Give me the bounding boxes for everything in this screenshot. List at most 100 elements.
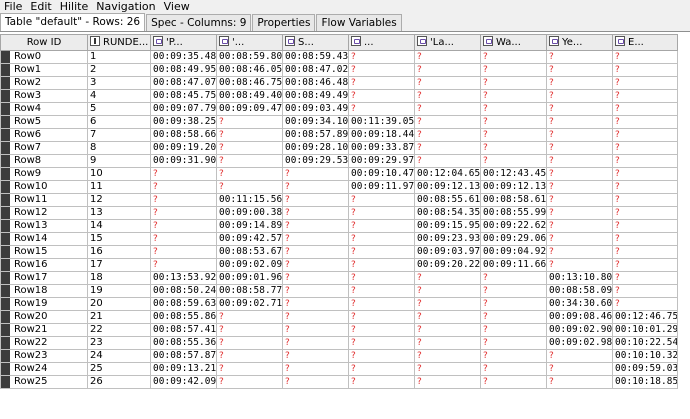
duration-cell: 00:09:35.487	[150, 50, 217, 64]
table-row[interactable]: Row15 16? 00:08:53.670?? 00:09:03.971 00:09:…	[0, 245, 678, 259]
table-row[interactable]: Row22 23 00:08:55.368????? 00:09:02.983 00:1…	[0, 336, 678, 350]
table-row[interactable]: Row2 3 00:08:47.076 00:08:46.757 00:08:46.48…	[0, 76, 678, 90]
column-header-label: 'La...	[430, 37, 454, 48]
missing-value-cell: ?	[480, 349, 547, 363]
table-row[interactable]: Row16 17? 00:09:02.091?? 00:09:20.224 00:09:…	[0, 258, 678, 272]
column-header-5[interactable]: ...	[348, 34, 415, 51]
missing-value-cell: ?	[612, 76, 678, 90]
duration-cell: 00:08:49.950	[150, 63, 217, 77]
table-row[interactable]: Row9 10??? 00:09:10.470 00:12:04.658 00:12:4…	[0, 167, 678, 181]
table-row[interactable]: Row23 24 00:08:57.875?????? 00:10:10.322	[0, 349, 678, 363]
duration-cell: 00:09:29.535	[282, 154, 349, 168]
menu-file[interactable]: File	[0, 0, 26, 14]
duration-cell: 00:09:01.961	[216, 271, 283, 285]
menu-edit[interactable]: Edit	[26, 0, 55, 14]
round-cell: 1	[87, 50, 151, 64]
row-id-cell: Row3	[0, 89, 88, 103]
table-row[interactable]: Row17 18 00:13:53.921 00:09:01.961???? 00:13…	[0, 271, 678, 285]
missing-value-cell: ?	[414, 128, 481, 142]
table-row[interactable]: Row21 22 00:08:57.417????? 00:09:02.907 00:1…	[0, 323, 678, 337]
duration-cell: 00:08:49.498	[282, 89, 349, 103]
table-row[interactable]: Row1 2 00:08:49.950 00:08:46.058 00:08:47.02…	[0, 63, 678, 77]
tab-2[interactable]: Properties	[252, 14, 316, 31]
table-row[interactable]: Row8 9 00:09:31.906? 00:09:29.535 00:09:29.9…	[0, 154, 678, 168]
missing-value-cell: ?	[348, 193, 415, 207]
duration-cell: 00:08:58.771	[216, 284, 283, 298]
table-row[interactable]: Row24 25 00:09:13.211?????? 00:09:59.039	[0, 362, 678, 376]
column-header-4[interactable]: S...	[282, 34, 349, 51]
column-header-0[interactable]: Row ID	[0, 34, 88, 51]
missing-value-cell: ?	[150, 258, 217, 272]
table-row[interactable]: Row3 4 00:08:45.758 00:08:49.400 00:08:49.49…	[0, 89, 678, 103]
column-header-2[interactable]: 'P...	[150, 34, 217, 51]
table-row[interactable]: Row20 21 00:08:55.865????? 00:09:08.463 00:1…	[0, 310, 678, 324]
missing-value-cell: ?	[480, 63, 547, 77]
missing-value-cell: ?	[480, 115, 547, 129]
missing-value-cell: ?	[348, 258, 415, 272]
missing-value-cell: ?	[216, 128, 283, 142]
column-header-6[interactable]: 'La...	[414, 34, 481, 51]
table-row[interactable]: Row19 20 00:08:59.637 00:09:02.719???? 00:34…	[0, 297, 678, 311]
column-header-8[interactable]: Ye...	[546, 34, 613, 51]
menu-view[interactable]: View	[160, 0, 194, 14]
row-id-cell: Row19	[0, 297, 88, 311]
missing-value-cell: ?	[216, 349, 283, 363]
row-id-cell: Row15	[0, 245, 88, 259]
duration-cell: 00:09:18.443	[348, 128, 415, 142]
table-row[interactable]: Row5 6 00:09:38.251? 00:09:34.109 00:11:39.0…	[0, 115, 678, 129]
missing-value-cell: ?	[216, 141, 283, 155]
integer-type-icon	[90, 36, 100, 46]
table-row[interactable]: Row13 14? 00:09:14.893?? 00:09:15.956 00:09:…	[0, 219, 678, 233]
duration-cell: 00:09:19.203	[150, 141, 217, 155]
table-row[interactable]: Row10 11??? 00:09:11.974 00:09:12.137 00:09:…	[0, 180, 678, 194]
column-header-3[interactable]: '...	[216, 34, 283, 51]
duration-cell: 00:09:08.463	[546, 310, 613, 324]
duration-cell: 00:08:55.613	[414, 193, 481, 207]
missing-value-cell: ?	[612, 206, 678, 220]
table-row[interactable]: Row25 26 00:09:42.090?????? 00:10:18.854	[0, 375, 678, 389]
duration-type-icon	[549, 36, 559, 46]
missing-value-cell: ?	[546, 375, 613, 389]
row-id-cell: Row7	[0, 141, 88, 155]
round-cell: 13	[87, 206, 151, 220]
table-row[interactable]: Row18 19 00:08:50.241 00:08:58.771???? 00:08…	[0, 284, 678, 298]
table-row[interactable]: Row14 15? 00:09:42.579?? 00:09:23.934 00:09:…	[0, 232, 678, 246]
duration-cell: 00:08:58.667	[150, 128, 217, 142]
duration-cell: 00:08:46.058	[216, 63, 283, 77]
column-header-9[interactable]: E...	[612, 34, 678, 51]
table-row[interactable]: Row0 1 00:09:35.487 00:08:59.804 00:08:59.43…	[0, 50, 678, 64]
table-row[interactable]: Row6 7 00:08:58.667? 00:08:57.890 00:09:18.4…	[0, 128, 678, 142]
missing-value-cell: ?	[348, 323, 415, 337]
missing-value-cell: ?	[348, 284, 415, 298]
missing-value-cell: ?	[612, 115, 678, 129]
missing-value-cell: ?	[612, 232, 678, 246]
missing-value-cell: ?	[546, 50, 613, 64]
table-row[interactable]: Row4 5 00:09:07.791 00:09:09.476 00:09:03.49…	[0, 102, 678, 116]
menu-hilite[interactable]: Hilite	[56, 0, 93, 14]
missing-value-cell: ?	[150, 232, 217, 246]
duration-cell: 00:08:49.400	[216, 89, 283, 103]
menu-navigation[interactable]: Navigation	[92, 0, 159, 14]
table-row[interactable]: Row12 13? 00:09:00.387?? 00:08:54.351 00:08:…	[0, 206, 678, 220]
column-header-7[interactable]: Wa...	[480, 34, 547, 51]
missing-value-cell: ?	[150, 167, 217, 181]
table-row[interactable]: Row11 12? 00:11:15.566?? 00:08:55.613 00:08:…	[0, 193, 678, 207]
missing-value-cell: ?	[480, 310, 547, 324]
round-cell: 2	[87, 63, 151, 77]
tab-3[interactable]: Flow Variables	[316, 14, 402, 31]
data-table-viewport[interactable]: Row ID RUNDE... 'P... '... S...... 'La... Wa..…	[0, 34, 690, 419]
missing-value-cell: ?	[414, 50, 481, 64]
duration-cell: 00:09:42.090	[150, 375, 217, 389]
missing-value-cell: ?	[348, 297, 415, 311]
duration-cell: 00:12:43.455	[480, 167, 547, 181]
duration-cell: 00:09:10.470	[348, 167, 415, 181]
duration-cell: 00:10:01.290	[612, 323, 678, 337]
table-header-row: Row ID RUNDE... 'P... '... S...... 'La... Wa..…	[0, 34, 678, 51]
missing-value-cell: ?	[414, 76, 481, 90]
missing-value-cell: ?	[414, 271, 481, 285]
missing-value-cell: ?	[546, 63, 613, 77]
table-row[interactable]: Row7 8 00:09:19.203? 00:09:28.102 00:09:33.8…	[0, 141, 678, 155]
tab-1[interactable]: Spec - Columns: 9	[146, 14, 252, 31]
column-header-1[interactable]: RUNDE...	[87, 34, 151, 51]
tab-0[interactable]: Table "default" - Rows: 26	[0, 13, 146, 31]
